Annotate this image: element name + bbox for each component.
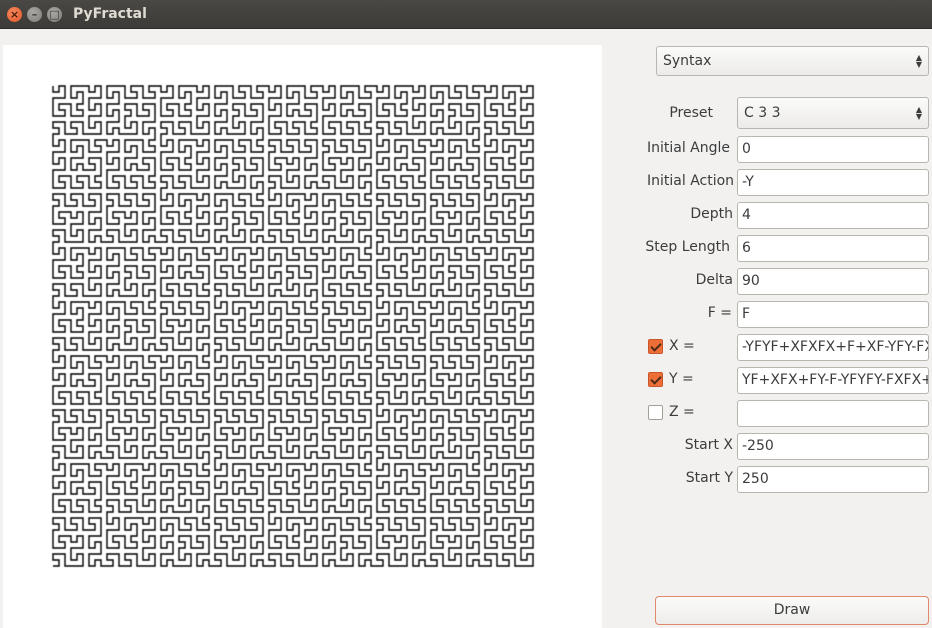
step-length-input[interactable]: 6 — [737, 235, 929, 262]
fractal-drawing — [3, 45, 602, 628]
step-length-label: Step Length — [645, 239, 730, 255]
close-icon[interactable]: × — [7, 7, 22, 22]
x-rule-input[interactable]: -YFYF+XFXFX+F+XF-YFY-FX — [737, 334, 929, 361]
initial-action-label: Initial Action — [647, 173, 735, 189]
y-rule-input[interactable]: YF+XFX+FY-F-YFYFY-FXFX+ — [737, 367, 929, 394]
delta-label: Delta — [695, 272, 733, 288]
f-rule-input[interactable]: F — [737, 301, 929, 328]
window-title: PyFractal — [73, 6, 147, 22]
start-y-label: Start Y — [685, 470, 733, 486]
z-rule-checkbox[interactable] — [648, 405, 663, 420]
updown-arrows-icon: ▲ ▼ — [915, 105, 922, 121]
start-x-input[interactable]: -250 — [737, 433, 929, 460]
y-rule-label: Y = — [669, 371, 694, 387]
preset-select-value: C 3 3 — [744, 105, 781, 121]
fractal-canvas[interactable] — [3, 45, 602, 628]
initial-angle-input[interactable]: 0 — [737, 136, 929, 163]
start-y-input[interactable]: 250 — [737, 466, 929, 493]
mode-select[interactable]: Syntax ▲ ▼ — [656, 46, 929, 76]
delta-input[interactable]: 90 — [737, 268, 929, 295]
title-bar: × – □ PyFractal — [0, 0, 932, 29]
start-x-label: Start X — [684, 437, 733, 453]
initial-action-input[interactable]: -Y — [737, 169, 929, 196]
mode-select-value: Syntax — [663, 53, 712, 69]
preset-select[interactable]: C 3 3 ▲ ▼ — [737, 97, 929, 129]
z-rule-label: Z = — [669, 404, 695, 420]
minimize-icon[interactable]: – — [27, 7, 42, 22]
y-rule-checkbox[interactable] — [648, 372, 663, 387]
depth-label: Depth — [690, 206, 733, 222]
maximize-icon[interactable]: □ — [47, 7, 62, 22]
updown-arrows-icon: ▲ ▼ — [915, 53, 922, 69]
f-rule-label: F = — [707, 305, 732, 321]
draw-button[interactable]: Draw — [655, 596, 929, 625]
z-rule-input[interactable] — [737, 400, 929, 427]
initial-angle-label: Initial Angle — [646, 140, 730, 156]
x-rule-label: X = — [669, 338, 695, 354]
preset-label: Preset — [669, 105, 713, 121]
x-rule-checkbox[interactable] — [648, 339, 663, 354]
depth-input[interactable]: 4 — [737, 202, 929, 229]
